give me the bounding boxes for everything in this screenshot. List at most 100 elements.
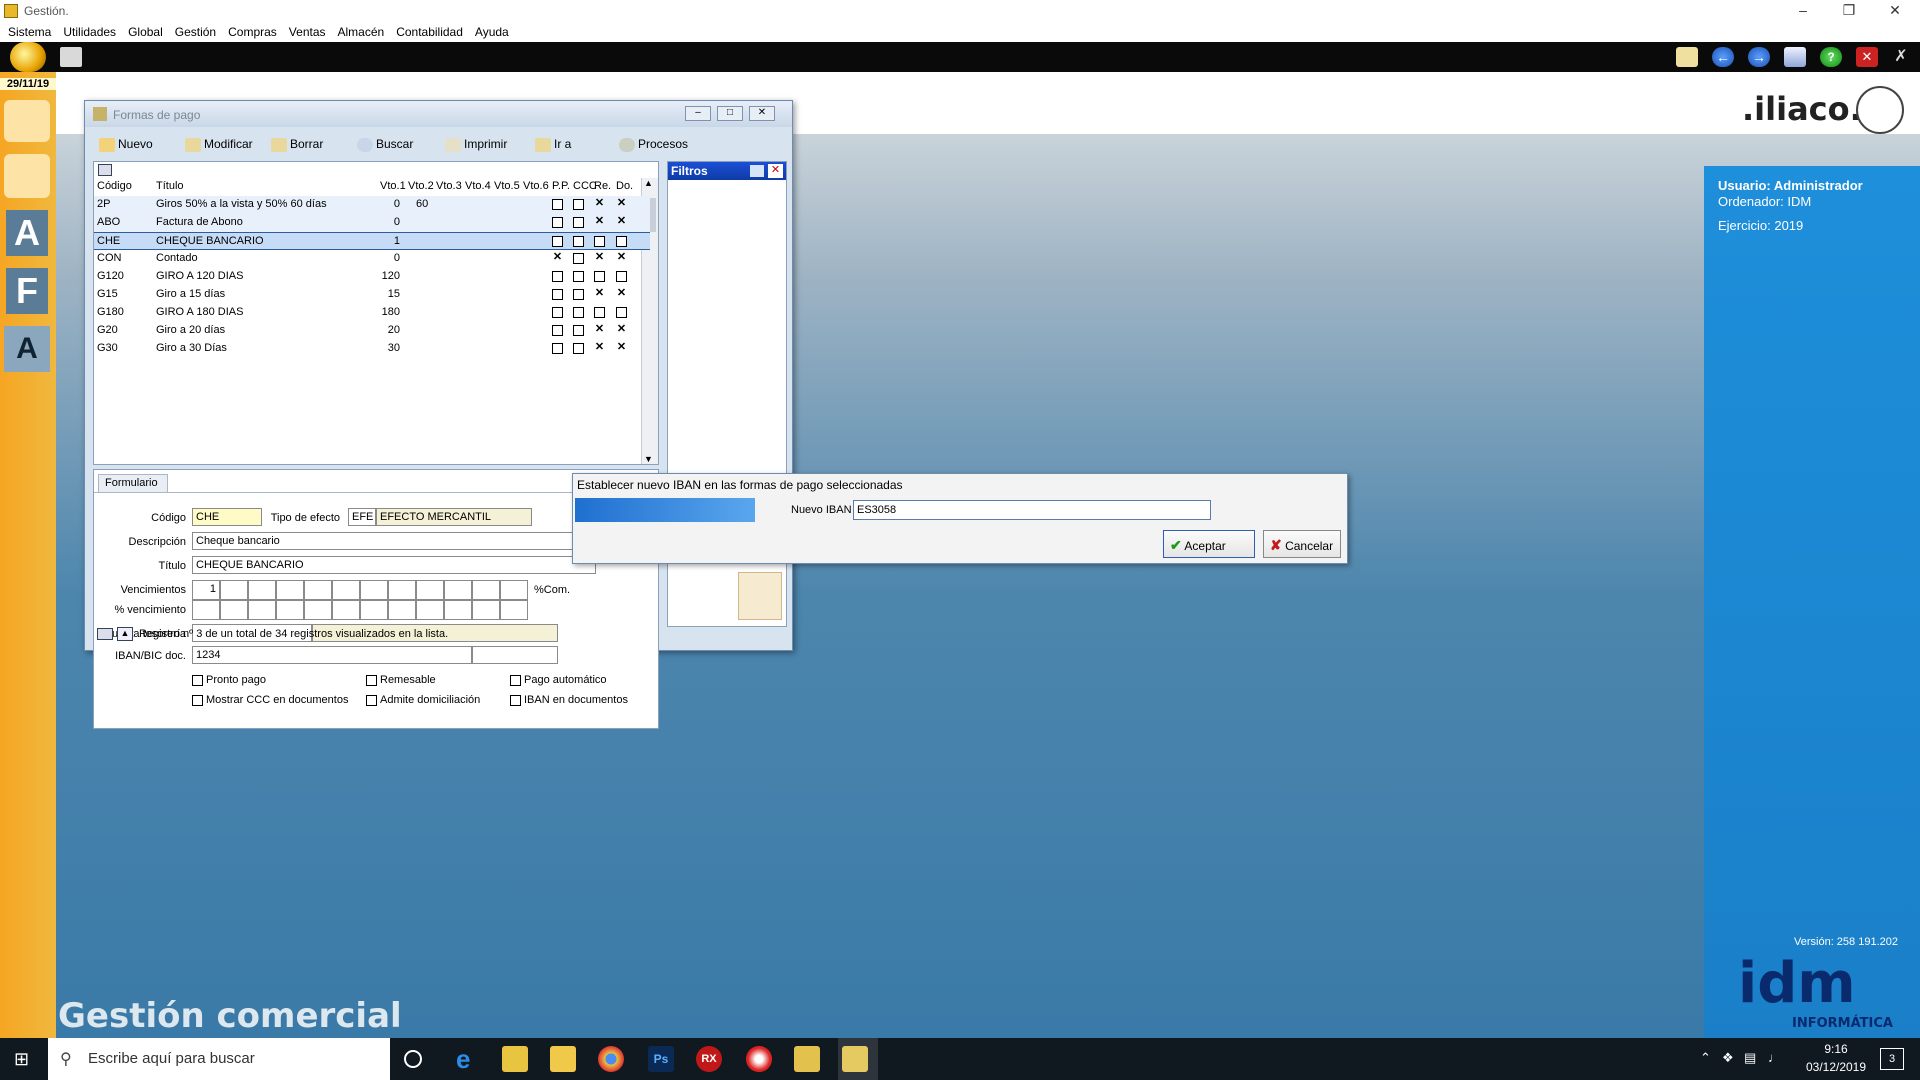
col-codigo[interactable]: Código xyxy=(97,180,132,192)
a-module-icon[interactable]: A xyxy=(6,210,48,256)
col-do[interactable]: Do. xyxy=(616,180,633,192)
grid-menu-icon[interactable] xyxy=(98,164,112,176)
task-view-icon[interactable] xyxy=(404,1050,422,1068)
col-vto3[interactable]: Vto.3 xyxy=(436,180,462,192)
print-button[interactable]: Imprimir xyxy=(445,137,507,157)
forward-icon[interactable]: → xyxy=(1748,47,1770,67)
restore-button[interactable]: ❐ xyxy=(1826,0,1872,22)
admite-domiciliacion-checkbox[interactable]: Admite domiciliación xyxy=(366,694,480,706)
clock-time[interactable]: 9:16 xyxy=(1800,1042,1872,1056)
col-vto5[interactable]: Vto.5 xyxy=(494,180,520,192)
sun-logo-icon[interactable] xyxy=(10,42,46,72)
app-folder-icon[interactable] xyxy=(502,1046,528,1072)
vencimiento-cell[interactable] xyxy=(416,580,444,600)
col-vto6[interactable]: Vto.6 xyxy=(523,180,549,192)
status-grid-icon[interactable] xyxy=(97,628,113,640)
table-row[interactable]: G120 GIRO A 120 DIAS 120 xyxy=(94,268,650,286)
flag-checkbox[interactable] xyxy=(552,271,563,282)
help-icon[interactable]: ? xyxy=(1820,47,1842,67)
user-icon[interactable] xyxy=(4,154,50,198)
f-module-icon[interactable]: F xyxy=(6,268,48,314)
col-vto1[interactable]: Vto.1 xyxy=(380,180,406,192)
flag-checkbox[interactable] xyxy=(573,236,584,247)
checked-x-icon[interactable]: ✕ xyxy=(594,252,605,264)
menu-utilidades[interactable]: Utilidades xyxy=(57,23,122,41)
checked-x-icon[interactable]: ✕ xyxy=(594,288,605,300)
clock-date[interactable]: 03/12/2019 xyxy=(1800,1060,1872,1074)
network-icon[interactable]: ▤ xyxy=(1744,1050,1756,1066)
flag-checkbox[interactable] xyxy=(573,343,584,354)
windows-start-icon[interactable]: ⊞ xyxy=(14,1050,32,1068)
vencimiento-cell[interactable] xyxy=(276,580,304,600)
table-row[interactable]: G20 Giro a 20 días 20 ✕ ✕ xyxy=(94,322,650,340)
remesable-checkbox[interactable]: Remesable xyxy=(366,674,436,686)
col-titulo[interactable]: Título xyxy=(156,180,184,192)
flag-checkbox[interactable] xyxy=(552,199,563,210)
codigo-field[interactable]: CHE xyxy=(192,508,262,526)
maximize-button[interactable]: □ xyxy=(717,106,743,121)
flag-checkbox[interactable] xyxy=(616,271,627,282)
vencimiento-cell[interactable] xyxy=(472,580,500,600)
pct-vencimiento-cell[interactable] xyxy=(304,600,332,620)
app-red-icon[interactable] xyxy=(746,1046,772,1072)
flag-checkbox[interactable] xyxy=(552,325,563,336)
col-vto2[interactable]: Vto.2 xyxy=(408,180,434,192)
scroll-down-icon[interactable]: ▼ xyxy=(644,454,653,464)
flag-checkbox[interactable] xyxy=(616,307,627,318)
menu-almacen[interactable]: Almacén xyxy=(332,23,391,41)
pct-vencimiento-cell[interactable] xyxy=(248,600,276,620)
table-row[interactable]: CHE CHEQUE BANCARIO 1 xyxy=(94,232,650,250)
a-advanced-icon[interactable]: A xyxy=(4,326,50,372)
bic-field[interactable] xyxy=(472,646,558,664)
menu-sistema[interactable]: Sistema xyxy=(2,23,57,41)
windows-icon[interactable] xyxy=(1784,47,1806,67)
scroll-up-icon[interactable]: ▲ xyxy=(644,178,653,188)
vencimiento-cell[interactable]: 1 xyxy=(192,580,220,600)
cancel-button[interactable]: ✘ Cancelar xyxy=(1263,530,1341,558)
tipo-efecto-code-field[interactable]: EFE xyxy=(348,508,376,526)
menu-gestion[interactable]: Gestión xyxy=(169,23,222,41)
notifications-icon[interactable]: 3 xyxy=(1880,1048,1904,1070)
flag-checkbox[interactable] xyxy=(552,236,563,247)
col-vto4[interactable]: Vto.4 xyxy=(465,180,491,192)
pct-vencimiento-cell[interactable] xyxy=(276,600,304,620)
pct-vencimiento-cell[interactable] xyxy=(332,600,360,620)
table-row[interactable]: 2P Giros 50% a la vista y 50% 60 días 0 60 ✕… xyxy=(94,196,650,214)
pct-vencimiento-cell[interactable] xyxy=(444,600,472,620)
menu-global[interactable]: Global xyxy=(122,23,169,41)
new-button[interactable]: Nuevo xyxy=(99,137,153,157)
checked-x-icon[interactable]: ✕ xyxy=(616,198,627,210)
menu-ayuda[interactable]: Ayuda xyxy=(469,23,515,41)
flag-checkbox[interactable] xyxy=(552,289,563,300)
titulo-field[interactable]: CHEQUE BANCARIO xyxy=(192,556,596,574)
flag-checkbox[interactable] xyxy=(573,271,584,282)
vencimiento-cell[interactable] xyxy=(332,580,360,600)
minimize-button[interactable]: – xyxy=(1780,0,1826,22)
modify-button[interactable]: Modificar xyxy=(185,137,253,157)
flag-checkbox[interactable] xyxy=(552,307,563,318)
close-button[interactable]: ✕ xyxy=(749,106,775,121)
vencimiento-cell[interactable] xyxy=(220,580,248,600)
checked-x-icon[interactable]: ✕ xyxy=(616,342,627,354)
table-row[interactable]: G180 GIRO A 180 DIAS 180 xyxy=(94,304,650,322)
vencimiento-cell[interactable] xyxy=(500,580,528,600)
checked-x-icon[interactable]: ✕ xyxy=(616,216,627,228)
iban-documentos-checkbox[interactable]: IBAN en documentos xyxy=(510,694,628,706)
flag-checkbox[interactable] xyxy=(552,343,563,354)
descripcion-field[interactable]: Cheque bancario xyxy=(192,532,596,550)
search-button[interactable]: Buscar xyxy=(357,137,413,157)
checked-x-icon[interactable]: ✕ xyxy=(594,216,605,228)
exit-icon[interactable]: ✗ xyxy=(1890,47,1912,67)
flag-checkbox[interactable] xyxy=(594,271,605,282)
iban-field[interactable]: 1234 xyxy=(192,646,472,664)
pct-vencimiento-cell[interactable] xyxy=(472,600,500,620)
filters-pin-icon[interactable] xyxy=(750,165,764,177)
volume-icon[interactable]: ♩ xyxy=(1768,1050,1781,1065)
flag-checkbox[interactable] xyxy=(573,307,584,318)
tray-chevron-icon[interactable]: ⌃ xyxy=(1700,1050,1711,1066)
edge-icon[interactable]: e xyxy=(456,1046,482,1072)
checked-x-icon[interactable]: ✕ xyxy=(594,342,605,354)
flag-checkbox[interactable] xyxy=(552,217,563,228)
tab-formulario[interactable]: Formulario xyxy=(98,474,168,492)
col-re[interactable]: Re. xyxy=(594,180,611,192)
